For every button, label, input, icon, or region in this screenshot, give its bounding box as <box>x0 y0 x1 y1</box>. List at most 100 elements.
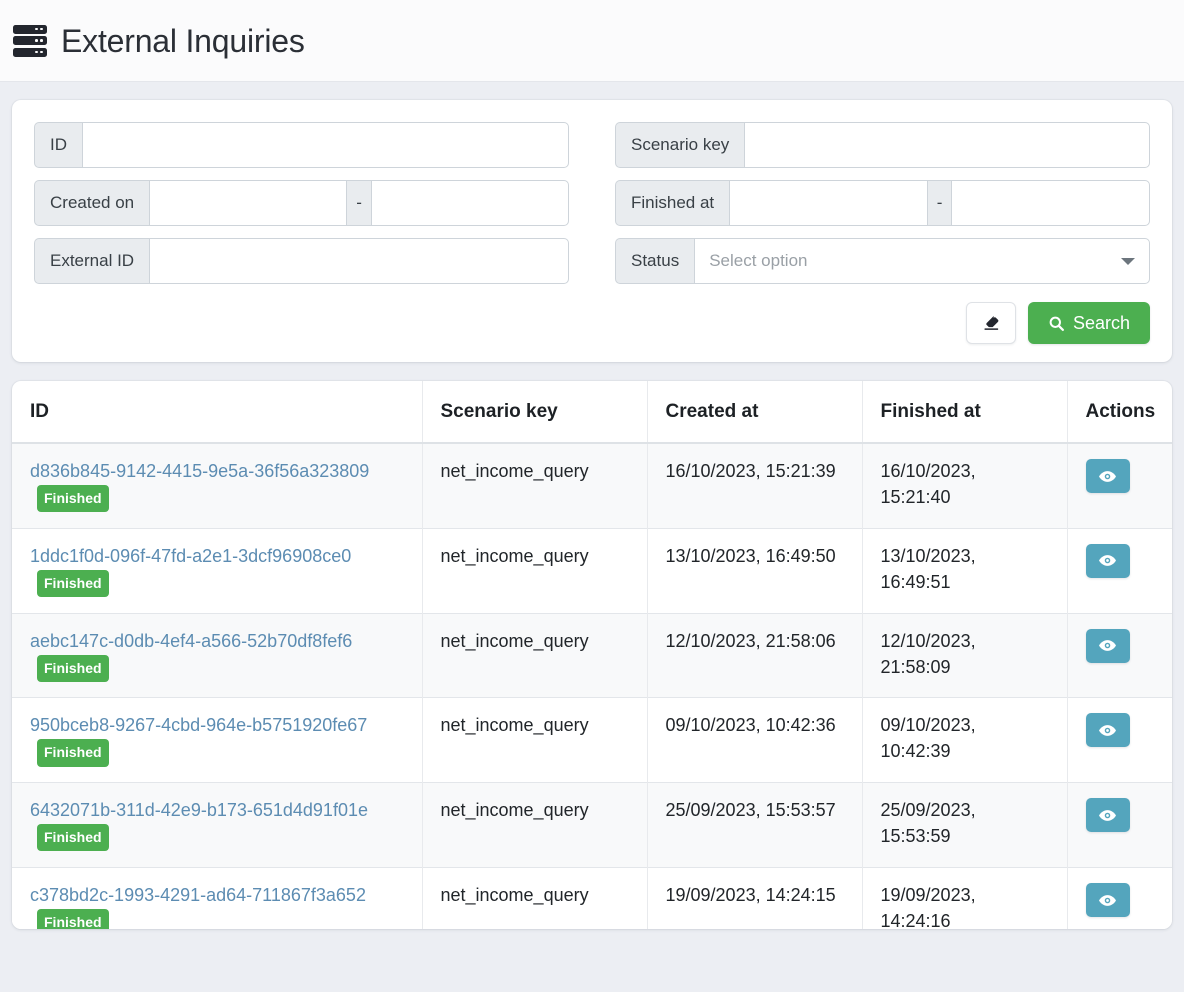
view-inquiry-button[interactable] <box>1085 543 1130 578</box>
filter-finished-at-to-input[interactable] <box>951 180 1150 226</box>
inquiry-id-link[interactable]: 6432071b-311d-42e9-b173-651d4d91f01e <box>30 800 368 820</box>
cell-scenario-key: net_income_query <box>422 782 648 868</box>
filter-grid: ID Scenario key Created on - Finished at… <box>34 122 1150 284</box>
filter-status-group: Status Select option <box>615 238 1150 284</box>
view-inquiry-button[interactable] <box>1085 883 1130 918</box>
filter-finished-at-label: Finished at <box>615 180 730 226</box>
search-button[interactable]: Search <box>1027 302 1150 344</box>
cell-created-at: 12/10/2023, 21:58:06 <box>647 612 863 698</box>
table-row: c378bd2c-1993-4291-ad64-711867f3a652 Fini… <box>12 867 1172 929</box>
filter-status-select[interactable]: Select option <box>694 238 1150 284</box>
search-button-label: Search <box>1072 312 1130 333</box>
status-badge: Finished <box>37 484 109 513</box>
filter-actions: Search <box>34 302 1150 344</box>
inquiry-id-link[interactable]: d836b845-9142-4415-9e5a-36f56a323809 <box>30 461 369 481</box>
filter-external-id-label: External ID <box>34 238 150 284</box>
cell-scenario-key: net_income_query <box>422 612 648 698</box>
status-badge: Finished <box>37 908 109 929</box>
cell-actions <box>1067 697 1172 783</box>
server-icon <box>13 24 47 57</box>
table-head: ID Scenario key Created at Finished at A… <box>12 381 1172 444</box>
cell-id: 950bceb8-9267-4cbd-964e-b5751920fe67 Fini… <box>12 697 423 783</box>
cell-actions <box>1067 867 1172 929</box>
table-row: 1ddc1f0d-096f-47fd-a2e1-3dcf96908ce0 Fini… <box>12 527 1172 614</box>
table-header-row: ID Scenario key Created at Finished at A… <box>12 381 1172 444</box>
view-inquiry-button[interactable] <box>1085 798 1130 833</box>
cell-actions <box>1067 527 1172 614</box>
chevron-down-icon <box>1121 258 1135 265</box>
status-badge: Finished <box>37 654 109 682</box>
table-row: aebc147c-d0db-4ef4-a566-52b70df8fef6 Fini… <box>12 612 1172 698</box>
cell-finished-at: 13/10/2023, 16:49:51 <box>862 527 1068 614</box>
column-header-scenario-key[interactable]: Scenario key <box>422 381 648 444</box>
filter-id-group: ID <box>34 122 569 168</box>
eye-icon <box>1099 555 1116 567</box>
cell-scenario-key: net_income_query <box>422 867 648 929</box>
filter-external-id-group: External ID <box>34 238 569 284</box>
cell-id: c378bd2c-1993-4291-ad64-711867f3a652 Fini… <box>12 867 423 929</box>
column-header-finished-at[interactable]: Finished at <box>862 381 1068 444</box>
eye-icon <box>1099 894 1116 906</box>
cell-created-at: 19/09/2023, 14:24:15 <box>647 867 863 929</box>
inquiries-table: ID Scenario key Created at Finished at A… <box>12 381 1172 929</box>
filter-created-on-to-input[interactable] <box>370 180 570 226</box>
view-inquiry-button[interactable] <box>1085 713 1130 748</box>
status-badge: Finished <box>37 739 109 767</box>
header-inner: External Inquiries <box>13 24 305 57</box>
inquiry-id-link[interactable]: 1ddc1f0d-096f-47fd-a2e1-3dcf96908ce0 <box>30 546 351 566</box>
cell-finished-at: 09/10/2023, 10:42:39 <box>862 697 1068 783</box>
cell-created-at: 25/09/2023, 15:53:57 <box>647 782 863 868</box>
cell-created-at: 16/10/2023, 15:21:39 <box>647 442 863 529</box>
filter-external-id-input[interactable] <box>149 238 569 284</box>
eraser-icon <box>984 316 999 330</box>
filter-scenario-key-group: Scenario key <box>615 122 1150 168</box>
filter-created-on-group: Created on - <box>34 180 570 226</box>
inquiry-id-link[interactable]: aebc147c-d0db-4ef4-a566-52b70df8fef6 <box>30 631 352 651</box>
column-header-created-at[interactable]: Created at <box>647 381 863 444</box>
filter-id-label: ID <box>34 122 82 168</box>
filter-panel: ID Scenario key Created on - Finished at… <box>12 100 1172 362</box>
table-body: d836b845-9142-4415-9e5a-36f56a323809 Fini… <box>12 442 1172 929</box>
filter-status-label: Status <box>615 238 695 284</box>
inquiry-id-link[interactable]: 950bceb8-9267-4cbd-964e-b5751920fe67 <box>30 715 367 735</box>
status-badge: Finished <box>37 824 109 852</box>
inquiries-table-card: ID Scenario key Created at Finished at A… <box>12 381 1172 929</box>
cell-id: 6432071b-311d-42e9-b173-651d4d91f01e Fini… <box>12 782 423 868</box>
cell-actions <box>1067 612 1172 698</box>
status-badge: Finished <box>37 569 109 597</box>
cell-actions <box>1067 442 1172 529</box>
inquiry-id-link[interactable]: c378bd2c-1993-4291-ad64-711867f3a652 <box>30 885 366 905</box>
filter-status-placeholder: Select option <box>709 251 808 270</box>
eye-icon <box>1099 640 1116 652</box>
table-row: d836b845-9142-4415-9e5a-36f56a323809 Fini… <box>12 442 1172 529</box>
filter-created-on-label: Created on <box>34 180 150 226</box>
cell-id: d836b845-9142-4415-9e5a-36f56a323809 Fini… <box>12 442 423 529</box>
app-viewport: External Inquiries ID Scenario key Creat… <box>0 0 1184 992</box>
eye-icon <box>1099 725 1116 736</box>
page-header: External Inquiries <box>0 0 1184 82</box>
cell-id: 1ddc1f0d-096f-47fd-a2e1-3dcf96908ce0 Fini… <box>12 527 423 614</box>
view-inquiry-button[interactable] <box>1085 628 1130 663</box>
cell-scenario-key: net_income_query <box>422 442 648 529</box>
cell-finished-at: 25/09/2023, 15:53:59 <box>862 782 1068 868</box>
cell-created-at: 13/10/2023, 16:49:50 <box>647 527 863 614</box>
filter-finished-at-from-input[interactable] <box>729 180 928 226</box>
filter-finished-at-group: Finished at - <box>615 180 1150 226</box>
view-inquiry-button[interactable] <box>1085 459 1130 493</box>
cell-finished-at: 16/10/2023, 15:21:40 <box>862 442 1068 529</box>
cell-finished-at: 19/09/2023, 14:24:16 <box>862 867 1068 929</box>
cell-id: aebc147c-d0db-4ef4-a566-52b70df8fef6 Fini… <box>12 612 423 698</box>
clear-filters-button[interactable] <box>965 302 1016 344</box>
filter-scenario-key-label: Scenario key <box>615 122 745 168</box>
filter-finished-at-separator: - <box>927 180 952 226</box>
filter-id-input[interactable] <box>82 122 569 168</box>
filter-scenario-key-input[interactable] <box>744 122 1150 168</box>
filter-created-on-separator: - <box>347 180 371 226</box>
cell-scenario-key: net_income_query <box>422 697 648 783</box>
cell-finished-at: 12/10/2023, 21:58:09 <box>862 612 1068 698</box>
column-header-id[interactable]: ID <box>12 381 423 444</box>
search-icon <box>1049 316 1064 331</box>
cell-scenario-key: net_income_query <box>422 527 648 614</box>
table-row: 6432071b-311d-42e9-b173-651d4d91f01e Fini… <box>12 782 1172 868</box>
filter-created-on-from-input[interactable] <box>149 180 348 226</box>
